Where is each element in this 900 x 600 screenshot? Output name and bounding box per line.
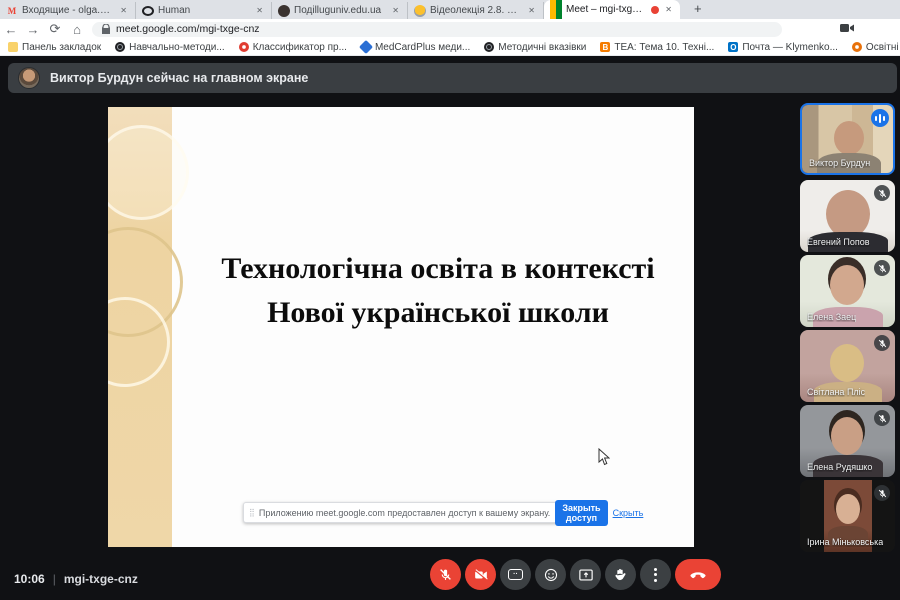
reload-icon[interactable]: ⟳ (44, 21, 66, 37)
drag-handle-icon[interactable]: ⣿ (249, 508, 254, 517)
reactions-button[interactable] (535, 559, 566, 590)
separator: | (53, 572, 56, 586)
tab-title: Входящие - olga.0509239777@… (22, 5, 114, 16)
forward-icon[interactable]: → (22, 22, 44, 37)
decorative-ring (108, 125, 189, 220)
meet-stage: Виктор Бурдун сейчас на главном экране Т… (0, 56, 900, 600)
close-icon[interactable]: ✕ (390, 5, 401, 16)
bookmark-item[interactable]: BТЕА: Тема 10. Техні... (600, 42, 714, 53)
browser-window: M Входящие - olga.0509239777@… ✕ Human ✕… (0, 0, 900, 600)
participant-name: Світлана Пліс (807, 387, 865, 397)
folder-icon (8, 42, 18, 52)
participant-name: Ірина Міньковська (807, 537, 883, 547)
mic-off-icon (874, 260, 890, 276)
tab-university[interactable]: Подilluguniv.edu.ua ✕ (272, 2, 408, 19)
bookmarks-bar: Панель закладок Навчально-методи... Клас… (0, 39, 900, 56)
meeting-code: mgi-txge-cnz (64, 572, 138, 586)
participant-name: Виктор Бурдун (809, 158, 870, 168)
mic-off-icon (874, 410, 890, 426)
raise-hand-button[interactable] (605, 559, 636, 590)
stop-sharing-button[interactable]: Закрыть доступ (555, 500, 607, 526)
tab-gmail[interactable]: M Входящие - olga.0509239777@… ✕ (0, 2, 136, 19)
blogger-icon: B (600, 42, 610, 52)
participant-tile[interactable]: Елена Заец (800, 255, 895, 327)
participant-tile[interactable]: Ірина Міньковська (800, 480, 895, 552)
tab-title: Human (158, 5, 250, 16)
mic-off-button[interactable] (430, 559, 461, 590)
new-tab-button[interactable]: + (690, 1, 706, 19)
cc-icon: ·· (508, 569, 523, 580)
bookmark-item[interactable]: Методичні вказівки (484, 42, 586, 53)
participant-tile[interactable]: Світлана Пліс (800, 330, 895, 402)
bookmark-item[interactable]: MedCardPlus меди... (361, 42, 470, 53)
tab-title: Відеолекція 2.8. Освітні ідеали… (430, 5, 522, 16)
participant-tile[interactable]: Елена Рудяшко (800, 405, 895, 477)
tab-human[interactable]: Human ✕ (136, 2, 272, 19)
url-text: meet.google.com/mgi-txge-cnz (116, 23, 260, 35)
bookmark-folder[interactable]: Панель закладок (8, 42, 101, 53)
participant-tile[interactable]: Виктор Бурдун (800, 103, 895, 175)
captions-button[interactable]: ·· (500, 559, 531, 590)
tab-lecture[interactable]: Відеолекція 2.8. Освітні ідеали… ✕ (408, 2, 544, 19)
screen-share-notification: ⣿ Приложению meet.google.com предоставле… (243, 502, 559, 523)
globe-icon (115, 42, 125, 52)
shared-screen-slide: Технологічна освіта в контексті Нової ук… (108, 107, 694, 547)
close-icon[interactable]: ✕ (663, 4, 674, 15)
home-icon[interactable]: ⌂ (66, 22, 88, 37)
meeting-info: 10:06 | mgi-txge-cnz (14, 572, 138, 586)
gmail-icon: M (6, 5, 18, 17)
share-notice-text: Приложению meet.google.com предоставлен … (259, 508, 550, 518)
bookmark-item[interactable]: Классификатор пр... (239, 42, 347, 53)
camera-off-button[interactable] (465, 559, 496, 590)
call-controls: ·· (430, 559, 721, 590)
bookmark-item[interactable]: OПочта — Klymenko... (728, 42, 838, 53)
back-icon[interactable]: ← (0, 22, 22, 37)
participant-name: Евгений Попов (807, 237, 870, 247)
outlook-icon: O (728, 42, 738, 52)
clock-time: 10:06 (14, 572, 45, 586)
blue-diamond-icon (359, 40, 373, 54)
graduation-cap-icon (278, 5, 290, 17)
orange-ring-icon (852, 42, 862, 52)
banner-text: Виктор Бурдун сейчас на главном экране (50, 71, 308, 85)
close-icon[interactable]: ✕ (526, 5, 537, 16)
media-recording-dot (651, 6, 659, 14)
globe-icon (484, 42, 494, 52)
lightbulb-icon (414, 5, 426, 17)
site-icon (142, 6, 154, 16)
hide-link[interactable]: Скрыть (613, 508, 644, 518)
lock-icon (102, 24, 110, 34)
participant-name: Елена Заец (807, 312, 856, 322)
kebab-icon (654, 568, 657, 582)
tab-title: Meet – mgi-txge-cnz (566, 4, 647, 15)
more-options-button[interactable] (640, 559, 671, 590)
close-icon[interactable]: ✕ (254, 5, 265, 16)
red-ring-icon (239, 42, 249, 52)
tab-title: Подilluguniv.edu.ua (294, 5, 386, 16)
speaking-indicator-icon (871, 109, 889, 127)
leave-call-button[interactable] (675, 559, 721, 590)
bookmark-item[interactable]: Освітні програми... (852, 42, 900, 53)
participant-name: Елена Рудяшко (807, 462, 872, 472)
address-bar[interactable]: meet.google.com/mgi-txge-cnz (92, 22, 782, 37)
camera-in-use-icon[interactable] (840, 20, 854, 38)
tab-strip: M Входящие - olga.0509239777@… ✕ Human ✕… (0, 0, 900, 19)
close-icon[interactable]: ✕ (118, 5, 129, 16)
mic-off-icon (874, 335, 890, 351)
bookmark-item[interactable]: Навчально-методи... (115, 42, 225, 53)
mic-off-icon (874, 485, 890, 501)
slide-title: Технологічна освіта в контексті Нової ук… (192, 247, 684, 335)
avatar (18, 67, 40, 89)
participant-tile[interactable]: Евгений Попов (800, 180, 895, 252)
mic-off-icon (874, 185, 890, 201)
browser-toolbar: ← → ⟳ ⌂ meet.google.com/mgi-txge-cnz (0, 19, 900, 39)
tab-meet-active[interactable]: Meet – mgi-txge-cnz ✕ (544, 0, 680, 19)
present-screen-button[interactable] (570, 559, 601, 590)
presenting-banner: Виктор Бурдун сейчас на главном экране (8, 63, 897, 93)
mouse-cursor (598, 448, 610, 466)
slide-decoration-strip (108, 107, 172, 547)
